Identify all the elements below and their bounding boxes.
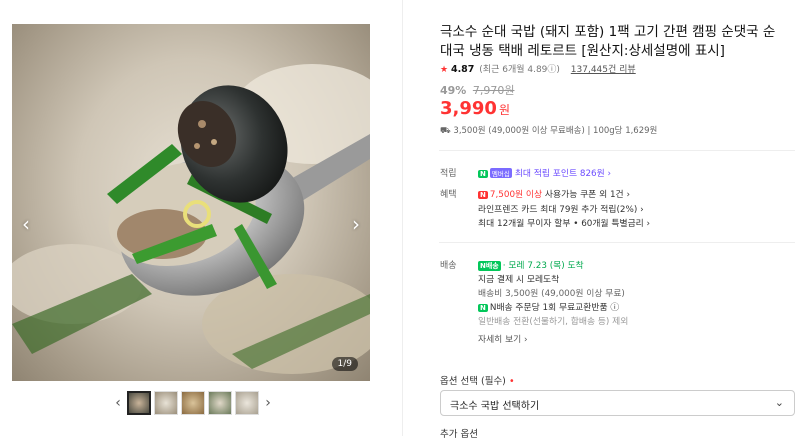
shipping-summary: ⛟ 3,500원 (49,000원 이상 무료배송) | 100g당 1,629… [440,124,657,137]
rating-value: 4.87 [450,64,475,75]
price-unit: 원 [498,103,510,117]
installment-row[interactable]: 최대 12개월 무이자 할부 • 60개월 특별금리 › [478,216,650,229]
review-count-link[interactable]: 137,445건 리뷰 [571,65,636,75]
option-label-text: 옵션 선택 (필수) [440,376,506,387]
thumbnail[interactable] [208,391,232,415]
naver-n-badge: N [478,170,488,178]
benefit-label: 혜택 [440,190,457,200]
card-benefit-row[interactable]: 라인프렌즈 카드 최대 79원 추가 적립(2%) › [478,202,644,215]
delivery-eta: · 모레 7.23 (목) 도착 [502,261,584,271]
coupon-badge: N [478,191,488,199]
points-label: 적립 [440,169,457,179]
shipping-summary-text: 3,500원 (49,000원 이상 무료배송) | 100g당 1,629원 [453,126,658,136]
original-price: 7,970원 [472,84,515,97]
additional-options-label: 추가 옵션 [440,429,478,440]
option-label: 옵션 선택 (필수) • [440,373,515,387]
sale-price: 3,990 원 [440,98,510,119]
product-main-image[interactable]: ‹ › 1/9 [12,24,370,381]
divider [439,150,795,151]
required-mark: • [508,376,515,387]
option-select-value: 극소수 국밥 선택하기 [450,401,540,412]
coupon-amount: 7,500원 이상 [489,190,543,200]
thumbnail[interactable] [127,391,151,415]
max-points-text: 최대 적립 포인트 826원 › [514,169,612,179]
thumb-next-arrow[interactable]: › [262,395,274,411]
product-title: 극소수 순대 국밥 (돼지 포함) 1팩 고기 간편 캠핑 순댓국 순대국 냉동… [440,24,776,59]
sale-price-value: 3,990 [440,98,497,119]
rating-row: ★ 4.87 (최근 6개월 4.89ⓘ) 137,445건 리뷰 [440,62,636,75]
thumb-prev-arrow[interactable]: ‹ [112,395,124,411]
discount-percent: 49% [440,84,467,97]
delivery-eta-row: N배송 · 모레 7.23 (목) 도착 [478,258,584,271]
points-row[interactable]: N 멤버십 최대 적립 포인트 826원 › [478,166,611,179]
food-photo [12,64,370,374]
thumbnail[interactable] [154,391,178,415]
n-exchange-text: N배송 주문당 1회 무료교환반품 ⓘ [489,303,620,313]
n-exchange-row[interactable]: N N배송 주문당 1회 무료교환반품 ⓘ [478,300,619,313]
thumbnail-strip: ‹ › [112,391,274,415]
gallery-next-arrow[interactable]: › [352,214,360,234]
coupon-text: 사용가능 쿠폰 외 1건 › [542,190,630,200]
rating-recent[interactable]: (최근 6개월 4.89ⓘ) [479,65,560,75]
gallery-prev-arrow[interactable]: ‹ [22,214,30,234]
option-select[interactable]: 극소수 국밥 선택하기 ⌄ [440,390,795,416]
coupon-row[interactable]: N 7,500원 이상 사용가능 쿠폰 외 1건 › [478,187,630,200]
star-icon: ★ [440,65,449,75]
thumbnail[interactable] [181,391,205,415]
membership-badge: 멤버십 [489,168,512,178]
divider [439,242,795,243]
delivery-note: 일반배송 전환(선물하기, 합배송 등) 제외 [478,317,629,327]
truck-icon: ⛟ [440,126,451,136]
delivery-details-link[interactable]: 자세히 보기 › [478,332,528,345]
naver-n-badge: N [478,304,488,312]
delivery-fee: 배송비 3,500원 (49,000원 이상 무료) [478,289,625,299]
thumbnail[interactable] [235,391,259,415]
product-gallery: ‹ › 1/9 ‹ › [0,0,403,436]
gallery-counter: 1/9 [331,357,358,371]
discount-row: 49% 7,970원 [440,82,514,98]
n-delivery-badge: N배송 [478,261,501,271]
delivery-label: 배송 [440,261,457,271]
delivery-line: 지금 결제 시 모레도착 [478,275,560,285]
chevron-down-icon: ⌄ [774,396,784,409]
